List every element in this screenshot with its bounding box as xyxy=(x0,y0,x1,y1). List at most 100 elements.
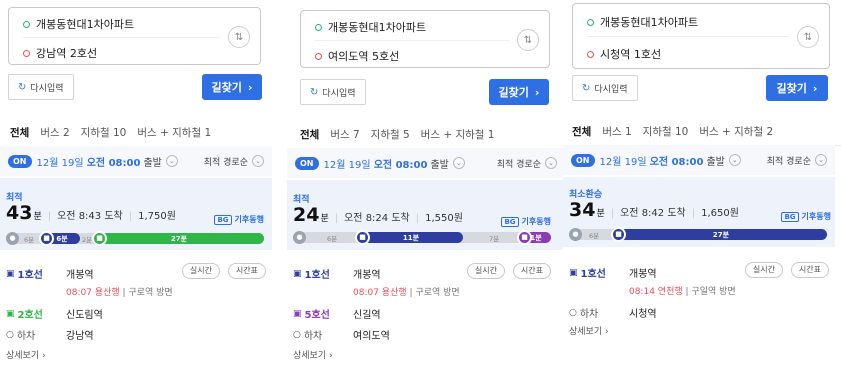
circle-icon: ○ xyxy=(6,329,14,340)
origin-field[interactable]: 개봉동현대1차아파트 xyxy=(587,14,698,30)
route-card[interactable]: 최적 43 분 | 오전 8:43 도착 | 1,750원 BG 기후동행 ● 6분 6… xyxy=(0,178,272,250)
step-row: ▣ 2호선 신도림역 xyxy=(0,306,272,326)
duration-unit: 분 xyxy=(596,209,605,219)
origin-field[interactable]: 개봉동현대1차아파트 xyxy=(23,16,134,32)
tab-subway[interactable]: 지하철 10 xyxy=(643,124,689,139)
bar-label: 7분 xyxy=(489,235,500,243)
train-icon: ▣ xyxy=(293,308,302,319)
route-card[interactable]: 최소환승 34 분 | 오전 8:42 도착 | 1,650원 BG 기후동행 ● 6분… xyxy=(563,177,835,247)
date-selector[interactable]: 12월 19일 오전 08:00 xyxy=(600,153,704,168)
tab-subway[interactable]: 지하철 5 xyxy=(371,127,410,142)
find-label: 길찾기 xyxy=(211,81,242,94)
details-link[interactable]: 상세보기 › xyxy=(6,348,46,361)
tab-bus-subway[interactable]: 버스 + 지하철 1 xyxy=(137,125,211,140)
origin-dot-icon xyxy=(23,20,30,28)
tab-subway[interactable]: 지하철 10 xyxy=(81,125,127,140)
sort-dropdown[interactable]: 최적 경로순 ⌄ xyxy=(204,155,264,168)
sort-dropdown[interactable]: 최적 경로순 ⌄ xyxy=(767,154,827,167)
badge-text: 기후동행 xyxy=(801,212,831,221)
sort-dropdown[interactable]: 최적 경로순 ⌄ xyxy=(497,157,557,170)
duration-unit: 분 xyxy=(33,212,42,222)
timetable-button[interactable]: 시간표 xyxy=(512,263,551,279)
chevron-down-icon[interactable]: ⌄ xyxy=(452,157,465,169)
tab-all[interactable]: 전체 xyxy=(10,125,29,140)
badge-box: BG xyxy=(501,216,519,227)
chevron-right-icon: › xyxy=(534,85,540,99)
date-selector[interactable]: 12월 19일 오전 08:00 xyxy=(37,154,141,169)
time-bar: ● 6분 27분 ■ xyxy=(569,227,827,242)
line-text: 1호선 xyxy=(580,269,606,280)
divider xyxy=(23,37,220,38)
swap-icon[interactable]: ⇅ xyxy=(228,26,250,48)
realtime-button[interactable]: 실시간 xyxy=(744,262,783,278)
timetable-button[interactable]: 시간표 xyxy=(790,262,829,278)
details-link[interactable]: 상세보기 › xyxy=(569,324,609,337)
train-info: 08:07 용산행 xyxy=(353,288,407,298)
depart-label: 출발 xyxy=(143,157,162,169)
station-name: 시청역 xyxy=(629,309,657,320)
badge-box: BG xyxy=(214,214,232,225)
details-label: 상세보기 xyxy=(293,351,327,361)
destination-field[interactable]: 여의도역 5호선 xyxy=(315,48,399,64)
on-toggle[interactable]: ON xyxy=(571,153,595,167)
direction: 구일역 방면 xyxy=(691,287,736,297)
chevron-down-icon[interactable]: ⌄ xyxy=(165,155,178,167)
sort-label: 최적 경로순 xyxy=(496,159,541,170)
bar-segment-line1: 27분 xyxy=(615,229,827,240)
details-link[interactable]: 상세보기 › xyxy=(293,348,333,361)
find-label: 길찾기 xyxy=(498,86,529,99)
search-box: 개봉동현대1차아파트 여의도역 5호선 ⇅ xyxy=(300,10,550,68)
find-route-button[interactable]: 길찾기 › xyxy=(489,79,549,105)
chevron-down-icon[interactable]: ⌄ xyxy=(728,154,741,166)
realtime-button[interactable]: 실시간 xyxy=(181,263,220,279)
origin-field[interactable]: 개봉동현대1차아파트 xyxy=(315,19,426,35)
reset-button[interactable]: ↻ 다시입력 xyxy=(572,75,638,101)
date-text: 12월 19일 xyxy=(36,157,84,169)
on-toggle[interactable]: ON xyxy=(295,156,319,170)
on-toggle[interactable]: ON xyxy=(8,154,32,168)
route-summary: 24 분 | 오전 8:24 도착 | 1,550원 xyxy=(293,204,463,226)
tab-bus-subway[interactable]: 버스 + 지하철 2 xyxy=(699,124,773,139)
bar-label: 6분 xyxy=(589,232,600,240)
date-text: 12월 19일 xyxy=(323,159,371,171)
destination-field[interactable]: 강남역 2호선 xyxy=(23,45,97,61)
tab-all[interactable]: 전체 xyxy=(572,124,591,139)
options-bar: ON 12월 19일 오전 08:00 출발 ⌄ 최적 경로순 ⌄ xyxy=(563,145,835,175)
swap-icon[interactable]: ⇅ xyxy=(797,26,819,48)
refresh-icon: ↻ xyxy=(18,81,27,93)
destination-field[interactable]: 시청역 1호선 xyxy=(587,46,661,62)
time-bar: ● 6분 6분 ■ 2분 27분 ■ xyxy=(6,231,264,246)
date-selector[interactable]: 12월 19일 오전 08:00 xyxy=(324,156,428,171)
line-text: 1호선 xyxy=(17,270,43,281)
realtime-button[interactable]: 실시간 xyxy=(466,263,505,279)
tab-bus[interactable]: 버스 2 xyxy=(40,125,69,140)
divider xyxy=(315,40,509,41)
tab-bus[interactable]: 버스 7 xyxy=(330,127,359,142)
find-route-button[interactable]: 길찾기 › xyxy=(202,74,262,100)
walk-icon: ● xyxy=(293,231,306,244)
line-label: ▣ 2호선 xyxy=(6,306,43,322)
divider xyxy=(587,36,789,37)
refresh-icon: ↻ xyxy=(310,86,319,98)
line-text: 5호선 xyxy=(304,310,330,321)
reset-button[interactable]: ↻ 다시입력 xyxy=(8,74,74,100)
bar-label: 6분 xyxy=(56,234,68,243)
time-text: 오전 08:00 xyxy=(86,157,141,169)
step-detail: 08:07 용산행 | 구로역 방면 xyxy=(66,288,173,298)
tab-bus-subway[interactable]: 버스 + 지하철 1 xyxy=(421,127,495,142)
origin-text: 개봉동현대1차아파트 xyxy=(328,21,427,34)
bar-label: 11분 xyxy=(402,233,420,242)
arrival-time: 오전 8:24 도착 xyxy=(344,213,410,224)
climate-pass-badge: BG 기후동행 xyxy=(501,216,551,227)
tab-all[interactable]: 전체 xyxy=(300,127,319,142)
find-route-button[interactable]: 길찾기 › xyxy=(766,75,828,101)
swap-icon[interactable]: ⇅ xyxy=(517,29,539,51)
reset-button[interactable]: ↻ 다시입력 xyxy=(300,79,366,105)
timetable-button[interactable]: 시간표 xyxy=(227,263,266,279)
tab-bus[interactable]: 버스 1 xyxy=(602,124,631,139)
details-label: 상세보기 xyxy=(6,351,40,361)
route-card[interactable]: 최적 24 분 | 오전 8:24 도착 | 1,550원 BG 기후동행 ● 6분 1… xyxy=(287,180,565,250)
line-text: 하차 xyxy=(303,331,323,342)
bar-label: 6분 xyxy=(24,236,35,244)
station-name: 신길역 xyxy=(353,310,381,321)
